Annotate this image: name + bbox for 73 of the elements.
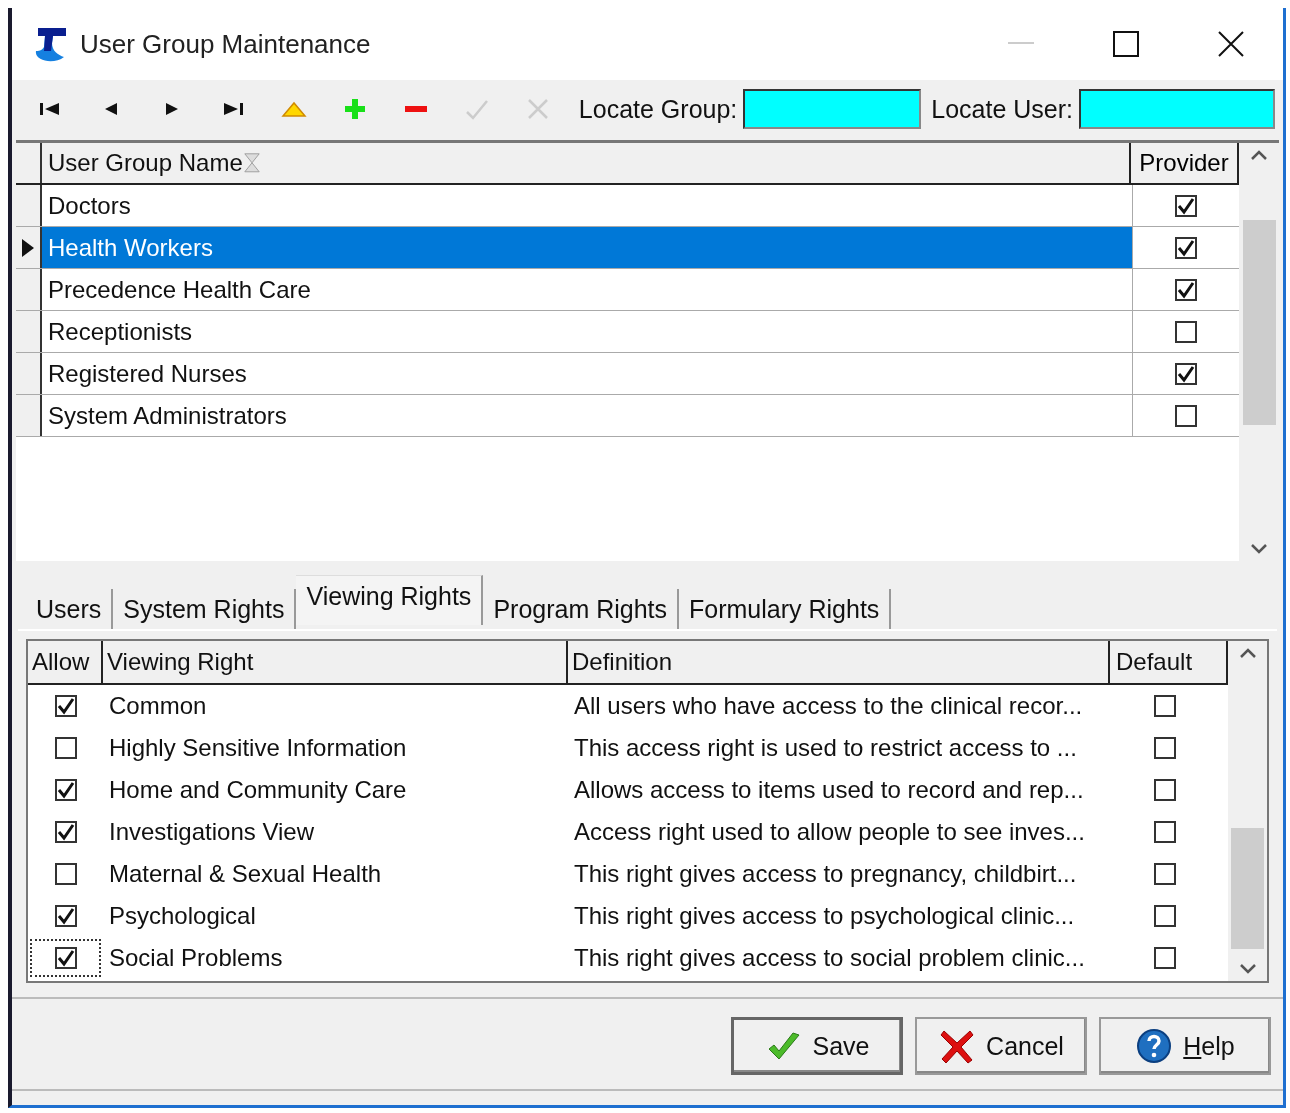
table-cell-text: This right gives access to psychological clinic... — [573, 902, 1076, 930]
checkbox[interactable] — [54, 947, 77, 969]
search-field[interactable] — [1079, 89, 1276, 129]
row-header[interactable] — [16, 311, 42, 352]
field-label: Locate User: — [931, 94, 1074, 124]
table-cell[interactable]: Doctors — [42, 185, 1133, 226]
row-header[interactable] — [16, 353, 42, 394]
checkbox[interactable] — [54, 737, 77, 759]
checkbox[interactable] — [54, 821, 77, 843]
field-label: Locate Group: — [578, 94, 738, 124]
checkbox[interactable] — [1154, 821, 1176, 843]
table-cell-text: Psychological — [108, 902, 257, 930]
checkbox[interactable] — [1175, 362, 1197, 385]
table-cell[interactable]: Precedence Health Care — [42, 269, 1133, 310]
checkbox[interactable] — [1154, 947, 1176, 969]
table-cell-text: Investigations View — [108, 818, 315, 846]
checkbox[interactable] — [1154, 779, 1176, 801]
table-cell-text: Allows access to items used to record and rep... — [573, 776, 1085, 804]
table-cell-text: Highly Sensitive Information — [108, 734, 408, 762]
maximize-icon — [1112, 31, 1139, 57]
scroll-thumb[interactable] — [1231, 828, 1264, 950]
column-header[interactable]: Definition — [568, 641, 1110, 683]
help-button[interactable]: Help — [1099, 1017, 1271, 1075]
checkbox[interactable] — [54, 863, 77, 885]
minimize-icon — [1007, 42, 1034, 46]
scrollbar[interactable] — [1228, 641, 1267, 981]
table-cell-text: This right gives access to pregnancy, childbirt... — [573, 860, 1078, 888]
search-field[interactable] — [743, 89, 922, 129]
checkbox[interactable] — [1154, 737, 1176, 759]
checkbox[interactable] — [1154, 695, 1176, 717]
row-indicator-icon — [21, 237, 35, 258]
checkbox[interactable] — [1154, 905, 1176, 927]
minus-icon — [405, 106, 428, 112]
checkbox[interactable] — [1175, 320, 1197, 343]
cancel-button[interactable]: Cancel — [915, 1017, 1087, 1075]
table-cell[interactable]: Registered Nurses — [42, 353, 1133, 394]
column-header[interactable]: Allow — [28, 641, 103, 683]
table-cell-text: Home and Community Care — [108, 776, 408, 804]
table-cell[interactable]: Health Workers — [42, 227, 1133, 268]
row-header[interactable] — [16, 227, 42, 268]
checkbox[interactable] — [54, 695, 77, 717]
table-cell-text: Access right used to allow people to see inves... — [573, 818, 1086, 846]
checkbox[interactable] — [54, 779, 77, 801]
checkbox[interactable] — [1175, 236, 1197, 259]
table-cell-text: This right gives access to social problem clinic... — [573, 944, 1086, 972]
row-header[interactable] — [16, 395, 42, 436]
scroll-up-icon — [1250, 149, 1268, 161]
tab[interactable]: Viewing Rights — [296, 575, 484, 625]
row-header[interactable] — [16, 269, 42, 310]
column-header-text: User Group Name — [48, 149, 243, 177]
row-header[interactable] — [16, 185, 42, 226]
checkbox[interactable] — [54, 905, 77, 927]
scroll-down-icon — [1250, 543, 1268, 555]
checkbox[interactable] — [1175, 194, 1197, 217]
help-icon — [1135, 1027, 1174, 1065]
scroll-up-icon — [1238, 647, 1257, 659]
column-header[interactable]: Viewing Right — [103, 641, 568, 683]
save-button[interactable]: Save — [731, 1017, 903, 1075]
scroll-thumb[interactable] — [1242, 220, 1276, 426]
checkbox[interactable] — [1154, 863, 1176, 885]
checkbox[interactable] — [1175, 404, 1197, 427]
table-cell-text: Maternal & Sexual Health — [108, 860, 383, 888]
table-cell[interactable]: Receptionists — [42, 311, 1133, 352]
table-cell-text: This access right is used to restrict access to ... — [573, 734, 1078, 762]
window-title: User Group Maintenance — [80, 28, 372, 60]
table-cell-text: All users who have access to the clinical recor... — [573, 692, 1084, 720]
sort-icon — [242, 152, 261, 174]
scroll-down-icon — [1238, 963, 1257, 975]
checkbox[interactable] — [1175, 278, 1197, 301]
table-cell-text: Common — [108, 692, 208, 720]
table-cell-text: Social Problems — [108, 944, 284, 972]
close-icon — [1217, 31, 1244, 57]
table-cell[interactable]: System Administrators — [42, 395, 1133, 436]
